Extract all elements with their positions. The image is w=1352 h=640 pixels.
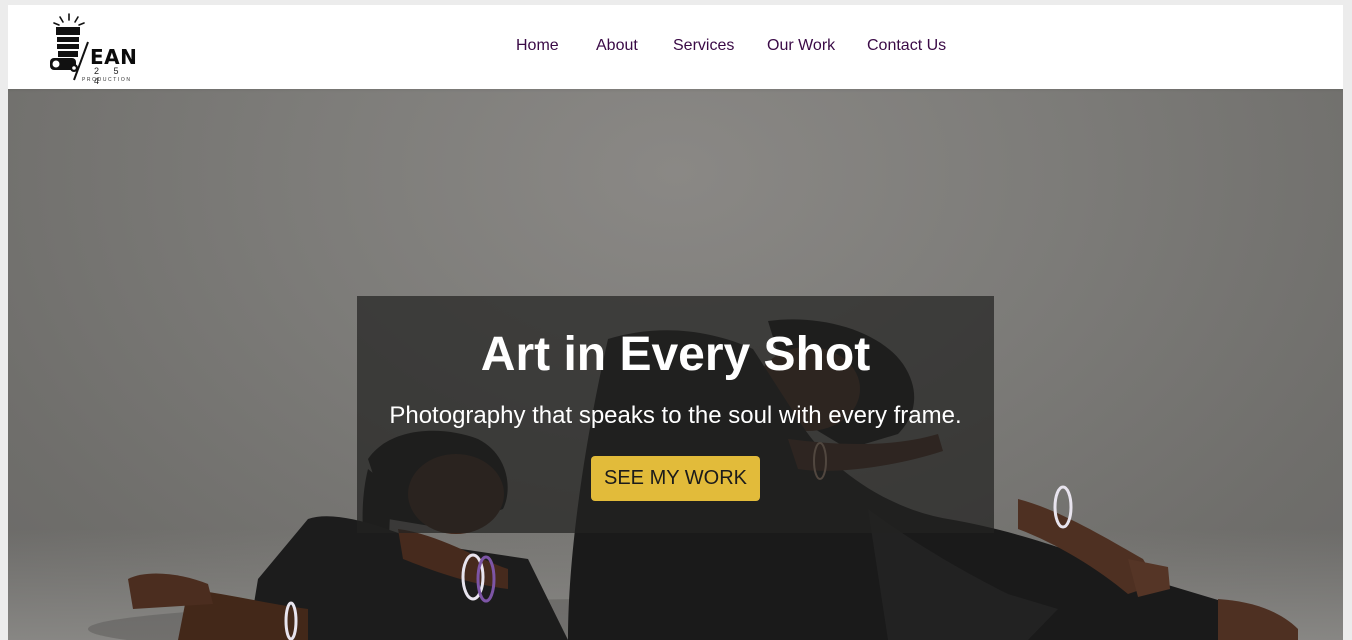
nav-link-home[interactable]: Home: [516, 37, 559, 55]
see-my-work-button[interactable]: SEE MY WORK: [591, 456, 760, 501]
navbar: EAN 2 5 4 PRODUCTION Home About Services…: [8, 5, 1343, 89]
hero-section: Art in Every Shot Photography that speak…: [8, 89, 1343, 640]
logo-number: 2 5 4: [94, 66, 125, 86]
nav-link-our-work[interactable]: Our Work: [767, 37, 835, 55]
nav-link-contact-us[interactable]: Contact Us: [867, 37, 946, 55]
hero-title: Art in Every Shot: [480, 328, 871, 381]
hero-overlay-box: Art in Every Shot Photography that speak…: [357, 296, 994, 533]
hero-subtitle: Photography that speaks to the soul with…: [389, 402, 962, 429]
page: EAN 2 5 4 PRODUCTION Home About Services…: [8, 5, 1343, 640]
nav-link-services[interactable]: Services: [673, 37, 734, 55]
main-nav: Home About Services Our Work Contact Us: [8, 37, 1343, 57]
logo-tagline: PRODUCTION: [82, 77, 132, 83]
nav-link-about[interactable]: About: [596, 37, 638, 55]
